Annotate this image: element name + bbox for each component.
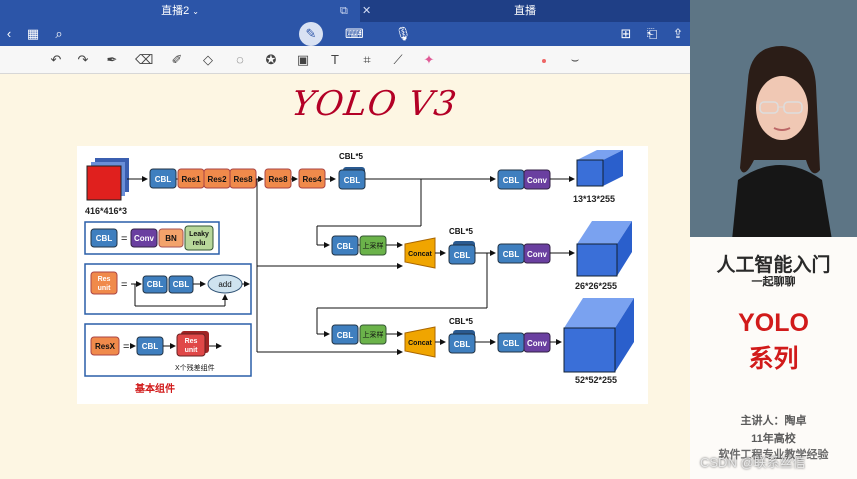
text-icon[interactable]: T: [326, 46, 344, 74]
tab-live-2[interactable]: 直播2 ⌄: [0, 0, 360, 22]
svg-text:Concat: Concat: [408, 251, 432, 258]
legend-caption: 基本组件: [134, 382, 175, 395]
image-icon[interactable]: ▣: [294, 46, 312, 74]
tab-bar: 直播2 ⌄ ⧉ ✕ 直播: [0, 0, 690, 22]
svg-text:unit: unit: [185, 347, 198, 354]
svg-text:CBL: CBL: [454, 251, 471, 260]
lasso-icon[interactable]: ◌: [231, 46, 249, 74]
drawing-toolbar: ↶ ↷ ✒ ⌫ ✐ ◇ ◌ ✪ ▣ T ⌗ ⟋ ✦ ⌣: [0, 46, 690, 74]
output-cube-26: [576, 221, 632, 277]
color-dot-icon[interactable]: [535, 46, 553, 74]
svg-text:Leaky: Leaky: [189, 231, 209, 238]
watermark: CSDN @联系丝信: [700, 455, 806, 470]
add-page-icon[interactable]: ⊞: [617, 22, 635, 46]
redo-icon[interactable]: ↷: [74, 46, 92, 74]
chevron-left-icon[interactable]: ‹: [0, 22, 18, 46]
cbl5-label-mid: CBL*5: [449, 227, 474, 236]
svg-text:Res: Res: [185, 338, 198, 345]
eraser-icon[interactable]: ⌫: [135, 46, 153, 74]
svg-text:CBL: CBL: [503, 339, 520, 348]
sticker-icon[interactable]: ✪: [262, 46, 280, 74]
course-subtitle: 一起聊聊: [751, 276, 796, 288]
presenter-figure: [732, 46, 832, 237]
svg-text:Concat: Concat: [408, 340, 432, 347]
tab-label: 直播2: [161, 5, 190, 17]
svg-text:=: =: [123, 341, 129, 353]
svg-text:unit: unit: [98, 285, 111, 292]
topic-line-1: YOLO: [738, 309, 809, 337]
bookmark-icon[interactable]: ⎗: [643, 22, 661, 46]
handwritten-title: YOLO V3: [289, 84, 460, 124]
output-size-26: 26*26*255: [575, 281, 617, 291]
stroke-style-icon[interactable]: ⌣: [566, 46, 584, 74]
note-app: 直播2 ⌄ ⧉ ✕ 直播 ‹ ▦ ⌕ ⌨ 🎙 ⊞ ⎗ ⇪ ✎ ↶ ↷ ✒ ⌫ ✐ …: [0, 0, 690, 479]
svg-text:relu: relu: [193, 240, 206, 247]
svg-text:CBL: CBL: [147, 280, 164, 289]
cbl5-label-bottom: CBL*5: [449, 317, 474, 326]
course-sidebar: 人工智能入门 一起聊聊 YOLO 系列 主讲人：陶卓 11年高校 软件工程专业教…: [690, 237, 857, 479]
laser-pointer-icon[interactable]: ✦: [420, 46, 438, 74]
svg-text:CBL: CBL: [503, 250, 520, 259]
mic-icon[interactable]: 🎙: [394, 22, 412, 46]
cbl5-label-top: CBL*5: [339, 152, 364, 161]
search-icon[interactable]: ⌕: [50, 22, 68, 46]
svg-text:CBL: CBL: [503, 176, 520, 185]
svg-text:Conv: Conv: [527, 339, 548, 348]
svg-text:ResX: ResX: [95, 342, 116, 351]
svg-text:add: add: [218, 280, 231, 289]
svg-text:CBL: CBL: [142, 342, 159, 351]
svg-text:CBL: CBL: [344, 176, 361, 185]
topic-line-2: 系列: [748, 345, 799, 373]
svg-text:Res8: Res8: [268, 175, 288, 184]
output-size-52: 52*52*255: [575, 375, 617, 385]
svg-text:Res4: Res4: [302, 175, 322, 184]
pen-tool-icon[interactable]: ✒: [103, 46, 121, 74]
resx-note: X个残差组件: [175, 363, 215, 372]
highlighter-icon[interactable]: ✐: [168, 46, 186, 74]
svg-text:CBL: CBL: [173, 280, 190, 289]
output-cube-52: [563, 298, 634, 373]
svg-text:BN: BN: [165, 234, 177, 243]
svg-text:Conv: Conv: [527, 176, 548, 185]
input-image: [86, 158, 129, 201]
input-size-label: 416*416*3: [85, 206, 127, 216]
svg-text:CBL: CBL: [337, 331, 354, 340]
svg-text:CBL: CBL: [337, 242, 354, 251]
svg-text:Res8: Res8: [233, 175, 253, 184]
pen-icon[interactable]: ✎: [299, 22, 323, 46]
output-size-13: 13*13*255: [573, 194, 615, 204]
svg-text:Res2: Res2: [207, 175, 227, 184]
keyboard-icon[interactable]: ⌨: [345, 22, 364, 46]
svg-text:=: =: [121, 279, 127, 291]
svg-text:上采样: 上采样: [363, 330, 384, 339]
speaker-name: 主讲人：陶卓: [740, 415, 807, 427]
svg-text:CBL: CBL: [155, 175, 172, 184]
grid-icon[interactable]: ▦: [24, 22, 42, 46]
shapes-icon[interactable]: ◇: [199, 46, 217, 74]
output-cube-13: [576, 150, 623, 187]
svg-text:Conv: Conv: [134, 234, 155, 243]
tab-label: 直播: [514, 5, 536, 17]
svg-text:Res: Res: [98, 276, 111, 283]
svg-text:上采样: 上采样: [363, 241, 384, 250]
speaker-experience: 11年高校: [751, 433, 796, 445]
svg-text:CBL: CBL: [96, 234, 113, 243]
svg-text:=: =: [121, 233, 127, 245]
share-icon[interactable]: ⇪: [669, 22, 687, 46]
svg-text:Res1: Res1: [181, 175, 201, 184]
chevron-down-icon[interactable]: ⌄: [192, 7, 199, 16]
svg-text:Conv: Conv: [527, 250, 548, 259]
undo-icon[interactable]: ↶: [47, 46, 65, 74]
scan-icon[interactable]: ⌗: [358, 46, 376, 74]
ruler-icon[interactable]: ⟋: [389, 46, 407, 74]
webcam-video: [690, 0, 857, 237]
svg-text:CBL: CBL: [454, 340, 471, 349]
nav-bar: ‹ ▦ ⌕ ⌨ 🎙 ⊞ ⎗ ⇪: [0, 22, 690, 46]
split-window-icon[interactable]: ⧉: [340, 0, 348, 22]
yolov3-diagram: 416*416*3 CBL Res1 Res2 Res8 Res8 Res4 C…: [77, 146, 648, 404]
tab-live[interactable]: 直播: [360, 0, 690, 22]
